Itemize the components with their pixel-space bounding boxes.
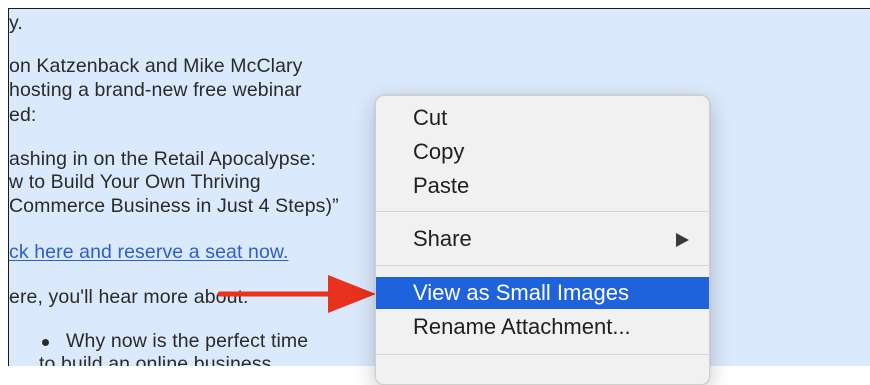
menu-item-share[interactable]: Share bbox=[376, 223, 709, 255]
menu-item-cut[interactable]: Cut bbox=[376, 102, 709, 134]
red-arrow-icon bbox=[217, 275, 376, 313]
menu-item-copy[interactable]: Copy bbox=[376, 136, 709, 168]
menu-separator bbox=[376, 354, 709, 355]
menu-item-paste[interactable]: Paste bbox=[376, 170, 709, 202]
email-text-line: y. bbox=[9, 12, 23, 34]
email-text-line: ed: bbox=[9, 104, 37, 126]
chevron-right-icon bbox=[676, 233, 689, 247]
reserve-seat-link[interactable]: ck here and reserve a seat now. bbox=[9, 241, 289, 264]
email-text-line: hosting a brand-new free webinar bbox=[9, 79, 302, 101]
email-text-line: ashing in on the Retail Apocalypse: bbox=[9, 148, 317, 170]
email-bullet-text: Why now is the perfect time bbox=[66, 330, 309, 352]
menu-item-share-label: Share bbox=[413, 226, 472, 251]
menu-item-view-as-small-images[interactable]: View as Small Images bbox=[376, 277, 709, 309]
menu-separator bbox=[376, 211, 709, 212]
bullet-icon bbox=[42, 339, 49, 346]
email-text-line: on Katzenback and Mike McClary bbox=[9, 55, 303, 77]
menu-separator bbox=[376, 265, 709, 266]
menu-item-rename-attachment[interactable]: Rename Attachment... bbox=[376, 311, 709, 343]
email-text-line: w to Build Your Own Thriving bbox=[9, 171, 261, 193]
context-menu: Cut Copy Paste Share View as Small Image… bbox=[375, 95, 710, 385]
email-text-line: ere, you'll hear more about: bbox=[9, 286, 249, 308]
email-text-line: Commerce Business in Just 4 Steps)” bbox=[9, 195, 339, 217]
email-bullet-text: to build an online business bbox=[39, 353, 272, 366]
